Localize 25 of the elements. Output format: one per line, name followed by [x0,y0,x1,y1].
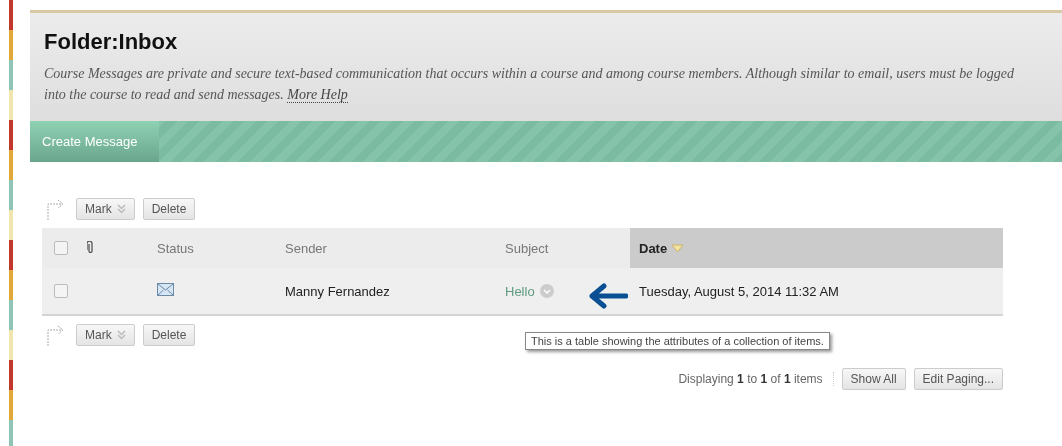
annotation-arrow [588,283,628,309]
sender-cell: Manny Fernandez [285,268,505,315]
chevron-down-icon [116,330,126,340]
paperclip-icon [87,240,94,253]
more-help-link[interactable]: More Help [287,87,348,103]
page-title: Folder:Inbox [44,29,179,55]
select-all-checkbox[interactable] [54,241,68,255]
column-header[interactable]: Status [157,240,194,256]
tooltip: This is a table showing the attributes of a collection of items. [525,332,830,350]
date-cell: Tuesday, August 5, 2014 11:32 AM [630,268,1003,315]
description-text: Course Messages are private and secure text-based communication that occurs within a course and among course members. Although similar to email, users must be logged into the course to read and send messages. More Help [44,65,1016,105]
mark-menu-button[interactable]: Mark [76,198,135,220]
chevron-down-circle-icon[interactable] [539,284,554,298]
mark-menu-button[interactable]: Mark [76,324,135,346]
column-header[interactable]: Sender [285,240,327,256]
delete-button[interactable]: Delete [142,198,196,220]
sort-down-icon [670,243,684,253]
delete-button[interactable]: Delete [142,324,196,346]
column-header[interactable]: Date [639,240,668,256]
edit-paging-button[interactable]: Edit Paging... [913,368,1003,390]
column-header[interactable]: Subject [505,240,549,256]
paging-info: Displaying 1 to 1 of 1 items [678,372,834,386]
chevron-down-icon [116,204,126,214]
show-all-button[interactable]: Show All [841,368,906,390]
row-checkbox[interactable] [54,284,68,298]
